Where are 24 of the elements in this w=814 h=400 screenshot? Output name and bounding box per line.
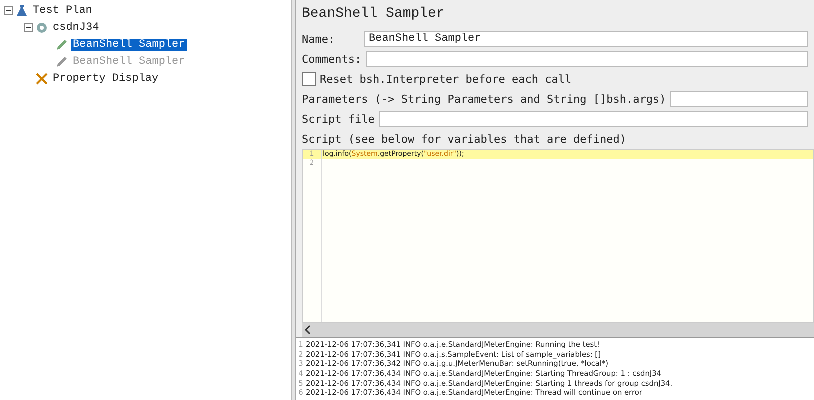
name-label: Name: [302,32,336,46]
collapse-icon[interactable] [24,23,33,32]
collapse-icon[interactable] [4,6,13,15]
script-file-field[interactable] [378,111,808,127]
tree-item[interactable]: Property Display [51,72,161,84]
comments-label: Comments: [302,52,362,66]
tools-icon [35,72,49,86]
gear-icon [35,20,49,34]
checkbox-label: Reset bsh.Interpreter before each call [320,72,572,86]
tree-item[interactable]: Test Plan [31,4,94,16]
checkbox[interactable] [302,72,316,86]
pencil-icon [55,54,69,68]
script-label: Script (see below for variables that are defined) [302,132,627,146]
pencil-icon [55,38,69,52]
tree-item[interactable]: BeanShell Sampler [71,38,188,50]
horizontal-scrollbar[interactable] [302,323,814,337]
tree-item[interactable]: csdnJ34 [51,22,102,34]
flask-icon [15,4,29,18]
comments-field[interactable] [366,51,808,67]
name-field[interactable]: BeanShell Sampler [364,31,808,47]
script-file-label: Script file [302,112,375,126]
panel-title: BeanShell Sampler [302,5,446,24]
parameters-field[interactable] [670,91,808,107]
parameters-label: Parameters (-> String Parameters and String []bsh.args) [302,92,666,106]
